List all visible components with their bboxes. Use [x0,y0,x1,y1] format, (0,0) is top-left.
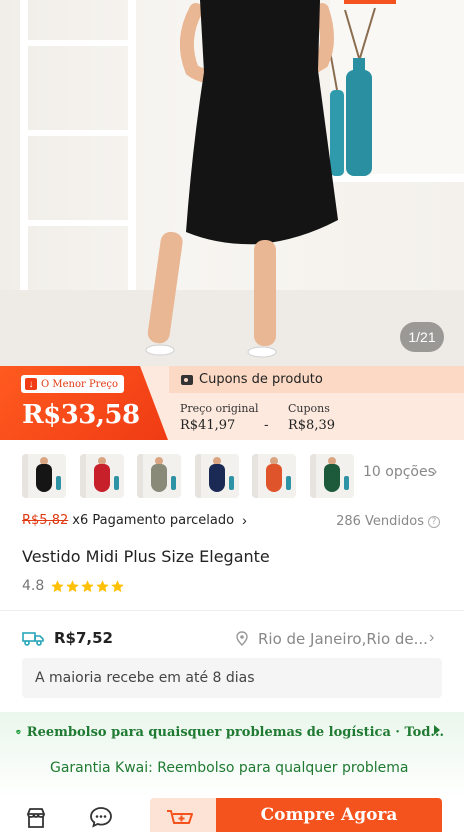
product-photo [0,0,464,366]
installment-text: x6 Pagamento parcelado [72,512,235,528]
price-banner: ↓ O Menor Preço R$33,58 Cupons de produt… [0,366,464,440]
variant-thumbnail[interactable] [309,454,354,498]
sold-count-text: 286 Vendidos [336,514,424,529]
variant-thumbnail[interactable] [194,454,239,498]
thumb-dress [151,464,167,492]
location-pin-icon [236,631,248,646]
star-icon [50,579,65,594]
coupon-label: Cupons [288,402,330,415]
chevron-right-icon[interactable]: › [432,463,437,481]
product-title: Vestido Midi Plus Size Elegante [22,547,270,566]
thumb-vase [56,476,61,490]
cart-add-icon [167,810,193,824]
truck-icon [22,632,44,646]
bottom-action-bar: Compre Agora [0,798,464,832]
options-count[interactable]: 10 opções [363,464,435,480]
star-icon [80,579,95,594]
installment-price: R$5,82 [22,512,69,528]
ticket-icon [181,374,193,385]
sold-count: 286 Vendidos ? [336,514,440,529]
thumb-vase [228,476,234,490]
product-rating[interactable]: 4.8 [22,578,125,594]
delivery-estimate: A maioria recebe em até 8 dias [22,658,442,698]
original-price-value: R$41,97 [180,418,236,433]
star-icon [95,579,110,594]
shield-check-icon [16,729,21,735]
shipping-price: R$7,52 [54,629,113,647]
thumb-shelf [194,454,201,498]
thumb-vase [343,476,349,490]
thumb-dress [36,464,52,492]
thumb-shelf [137,454,143,498]
add-to-cart-button[interactable] [150,798,216,832]
chevron-right-icon: › [242,512,247,528]
caret-right-icon[interactable] [434,725,440,735]
star-icon [110,579,125,594]
variant-thumbnail[interactable] [79,454,124,498]
product-image[interactable]: 1/21 [0,0,464,366]
variant-thumbnail[interactable] [252,454,296,498]
store-icon[interactable] [25,807,47,829]
product-coupons-header[interactable]: Cupons de produto [169,366,464,393]
chevron-right-icon[interactable]: › [429,629,434,647]
thumb-dress [208,464,225,492]
lowest-price-badge: ↓ O Menor Preço [21,375,125,393]
variant-thumbnail[interactable] [137,454,181,498]
coupon-value: R$8,39 [288,418,336,433]
image-counter: 1/21 [400,322,444,352]
kwai-guarantee-text: Garantia Kwai: Reembolso para qualquer p… [50,760,409,776]
star-icon [65,579,80,594]
info-icon[interactable]: ? [428,515,440,528]
current-price: R$33,58 [22,400,140,430]
installment-row[interactable]: R$5,82 x6 Pagamento parcelado › [22,512,247,528]
rating-value: 4.8 [22,578,45,594]
lowest-price-label: O Menor Preço [41,378,119,390]
minus-sign: - [264,416,269,432]
thumb-dress [323,464,340,492]
thumb-dress [266,464,282,492]
thumb-shelf [309,454,316,498]
variant-selector: 10 opções › [0,440,464,506]
thumb-shelf [22,454,28,498]
thumb-vase [286,476,291,490]
refund-guarantee-row[interactable]: Reembolso para quaisquer problemas de lo… [16,724,444,740]
refund-guarantee-text: Reembolso para quaisquer problemas de lo… [26,724,444,740]
original-price-label: Preço original [180,402,259,415]
thumb-shelf [252,454,258,498]
rating-stars [50,579,125,594]
thumb-vase [171,476,176,490]
arrow-down-icon: ↓ [25,378,37,390]
chat-icon[interactable] [89,806,113,828]
thumb-shelf [79,454,86,498]
variant-thumbnail[interactable] [22,454,66,498]
divider [0,610,464,611]
thumb-dress [93,464,110,492]
thumb-vase [113,476,119,490]
product-coupons-label: Cupons de produto [199,372,323,387]
guarantee-section: Reembolso para quaisquer problemas de lo… [0,712,464,798]
buy-now-button[interactable]: Compre Agora [216,798,442,832]
delivery-location[interactable]: Rio de Janeiro,Rio de... [258,630,428,648]
